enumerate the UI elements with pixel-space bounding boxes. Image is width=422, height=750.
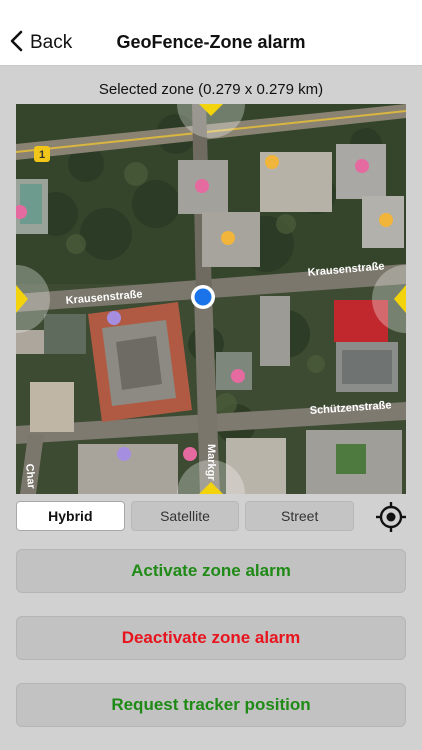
activate-zone-alarm-button[interactable]: Activate zone alarm (16, 549, 406, 593)
map-type-street-button[interactable]: Street (245, 501, 355, 531)
crosshair-location-icon (374, 502, 408, 538)
current-location-icon (191, 285, 215, 309)
satellite-map[interactable]: Krausenstraße Krausenstraße Schützenstra… (16, 104, 406, 494)
page-title: GeoFence-Zone alarm (116, 32, 306, 52)
locate-me-button[interactable] (374, 500, 408, 534)
map-type-segmented-control: Hybrid Satellite Street (16, 501, 355, 531)
deactivate-zone-alarm-button[interactable]: Deactivate zone alarm (16, 616, 406, 660)
navigation-bar: Back GeoFence-Zone alarm (0, 0, 422, 66)
request-tracker-position-button[interactable]: Request tracker position (16, 683, 406, 727)
map-type-hybrid-button[interactable]: Hybrid (16, 501, 125, 531)
selected-zone-label: Selected zone (0.279 x 0.279 km) (98, 81, 324, 98)
route-badge: 1 (39, 149, 45, 161)
map-type-satellite-button[interactable]: Satellite (130, 501, 240, 531)
street-label-charlotten: Char (23, 463, 37, 490)
